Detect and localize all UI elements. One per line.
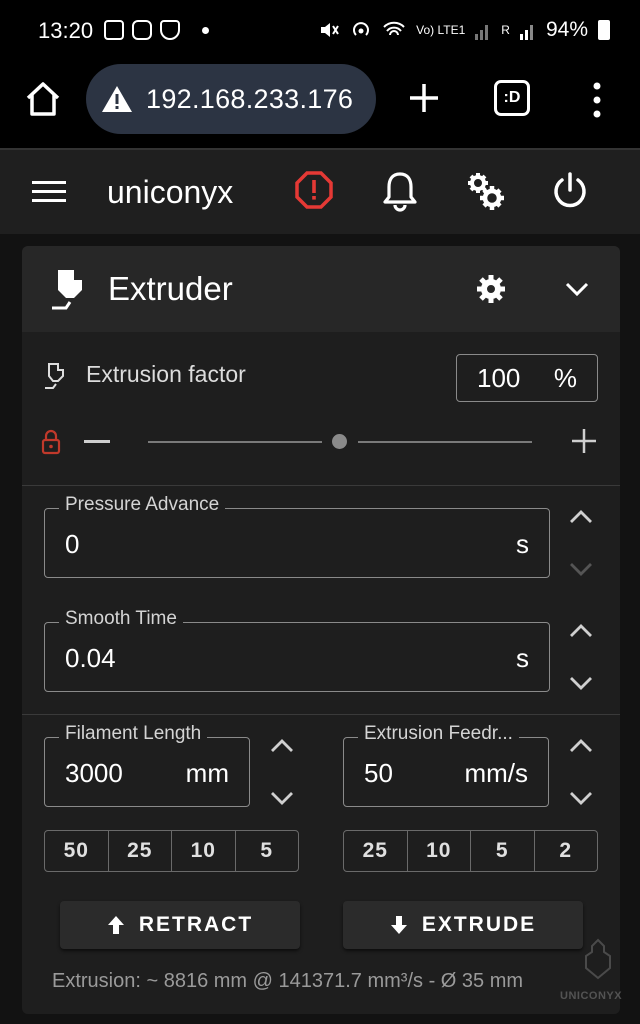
smooth-time-value[interactable]: 0.04 <box>65 643 116 674</box>
hamburger-menu-icon[interactable] <box>32 178 68 206</box>
network-type-label: Vo) LTE1 <box>416 23 466 37</box>
extrusion-feedrate-unit: mm/s <box>464 758 528 788</box>
extrusion-feedrate-down-icon[interactable] <box>568 789 594 807</box>
app-header: uniconyx <box>0 148 640 234</box>
filament-step-button[interactable]: 5 <box>236 831 299 871</box>
section-divider-2 <box>22 714 620 715</box>
more-notifications-icon <box>202 26 209 34</box>
home-icon[interactable] <box>22 78 64 120</box>
status-notification-icons <box>104 20 209 40</box>
extrusion-summary: Extrusion: ~ 8816 mm @ 141371.7 mm³/s - … <box>52 970 524 992</box>
url-text[interactable]: 192.168.233.176 <box>146 84 353 115</box>
extrusion-feedrate-field[interactable]: Extrusion Feedr... 50 mm/s <box>343 723 549 807</box>
feedrate-step-button[interactable]: 2 <box>535 831 598 871</box>
extrusion-factor-label: Extrusion factor <box>86 361 246 387</box>
power-icon[interactable] <box>550 170 590 212</box>
smooth-time-label: Smooth Time <box>59 608 183 630</box>
filament-length-steps: 50 25 10 5 <box>44 830 299 872</box>
arrow-down-icon <box>390 916 407 934</box>
increase-factor-button[interactable] <box>570 427 598 455</box>
filament-step-button[interactable]: 50 <box>45 831 109 871</box>
slider-track-right[interactable] <box>358 441 532 443</box>
new-tab-icon[interactable] <box>404 78 444 118</box>
filament-length-value[interactable]: 3000 <box>65 758 123 789</box>
filament-length-unit: mm <box>185 758 229 788</box>
smooth-time-field[interactable]: Smooth Time 0.04 s <box>44 608 550 692</box>
extrusion-factor-value[interactable]: 100 <box>477 363 520 394</box>
extruder-title: Extruder <box>108 270 233 307</box>
browser-toolbar: 192.168.233.176 :D <box>0 62 640 148</box>
feedrate-step-button[interactable]: 25 <box>344 831 408 871</box>
battery-percent: 94% <box>545 18 588 41</box>
status-time: 13:20 <box>38 18 94 43</box>
extrusion-feedrate-up-icon[interactable] <box>568 737 594 755</box>
slider-track-left[interactable] <box>148 441 322 443</box>
status-system-icons: Vo) LTE1 R 94% <box>318 18 610 42</box>
pressure-advance-field[interactable]: Pressure Advance 0 s <box>44 494 550 578</box>
extruder-settings-icon[interactable] <box>476 274 506 304</box>
battery-icon <box>598 20 610 40</box>
section-divider <box>22 485 620 486</box>
filament-step-button[interactable]: 25 <box>109 831 172 871</box>
roaming-label: R <box>501 23 510 37</box>
extrusion-feedrate-steps: 25 10 5 2 <box>343 830 598 872</box>
pressure-advance-unit: s <box>516 529 529 559</box>
feedrate-step-button[interactable]: 10 <box>408 831 471 871</box>
bell-icon[interactable] <box>380 170 420 212</box>
feedrate-step-button[interactable]: 5 <box>471 831 535 871</box>
extrusion-feedrate-value[interactable]: 50 <box>364 758 393 789</box>
tab-switcher-button[interactable]: :D <box>494 80 530 116</box>
arrow-up-icon <box>107 916 124 934</box>
extrude-button[interactable]: EXTRUDE <box>343 901 583 949</box>
watermark-logo-icon <box>585 938 611 980</box>
pressure-advance-label: Pressure Advance <box>59 494 226 516</box>
decrease-factor-button[interactable] <box>84 440 110 443</box>
filament-length-up-icon[interactable] <box>269 737 295 755</box>
extrusion-factor-unit: % <box>553 363 577 393</box>
smooth-time-up-icon[interactable] <box>568 622 594 640</box>
settings-gears-icon[interactable] <box>464 170 506 212</box>
filament-length-label: Filament Length <box>59 723 208 745</box>
extruder-panel-header[interactable]: Extruder <box>22 246 620 332</box>
retract-button[interactable]: RETRACT <box>60 901 300 949</box>
address-bar[interactable]: 192.168.233.176 <box>86 64 376 134</box>
extrusion-feedrate-label: Extrusion Feedr... <box>358 723 519 745</box>
shield-app-icon <box>160 20 180 40</box>
uniconyx-watermark: UNICONYX <box>560 938 632 1002</box>
signal-icon <box>475 25 489 40</box>
extrusion-factor-slider-thumb[interactable] <box>332 434 347 449</box>
instagram-icon <box>132 20 152 40</box>
filament-length-down-icon[interactable] <box>269 789 295 807</box>
extruder-panel: Extruder Extrusion factor 100 % Pressure… <box>22 246 620 1014</box>
extrusion-factor-icon <box>45 363 64 389</box>
hotspot-icon <box>353 22 370 36</box>
status-bar: 13:20 Vo) LTE1 R 94% <box>0 0 640 62</box>
app-title: uniconyx <box>107 174 234 210</box>
pressure-advance-value[interactable]: 0 <box>65 529 79 560</box>
pressure-advance-up-icon[interactable] <box>568 508 594 526</box>
lock-icon[interactable] <box>40 429 62 455</box>
mute-icon <box>321 23 340 37</box>
smooth-time-down-icon[interactable] <box>568 674 594 692</box>
pressure-advance-down-icon[interactable] <box>568 560 594 578</box>
watermark-text: UNICONYX <box>560 990 623 1002</box>
extruder-icon <box>52 270 82 310</box>
extrude-label: EXTRUDE <box>421 913 537 936</box>
extrusion-factor-input[interactable]: 100 % <box>456 354 598 402</box>
collapse-chevron-icon[interactable] <box>562 276 592 302</box>
wifi-icon <box>383 21 405 36</box>
smooth-time-unit: s <box>516 643 529 673</box>
alert-icon[interactable] <box>294 170 334 210</box>
warning-icon[interactable] <box>100 84 134 114</box>
browser-menu-icon[interactable] <box>587 80 607 120</box>
signal-2-icon <box>519 25 533 40</box>
gallery-icon <box>104 20 124 40</box>
filament-step-button[interactable]: 10 <box>172 831 236 871</box>
retract-label: RETRACT <box>138 913 254 936</box>
tab-switcher-label: :D <box>503 89 521 106</box>
filament-length-field[interactable]: Filament Length 3000 mm <box>44 723 250 807</box>
